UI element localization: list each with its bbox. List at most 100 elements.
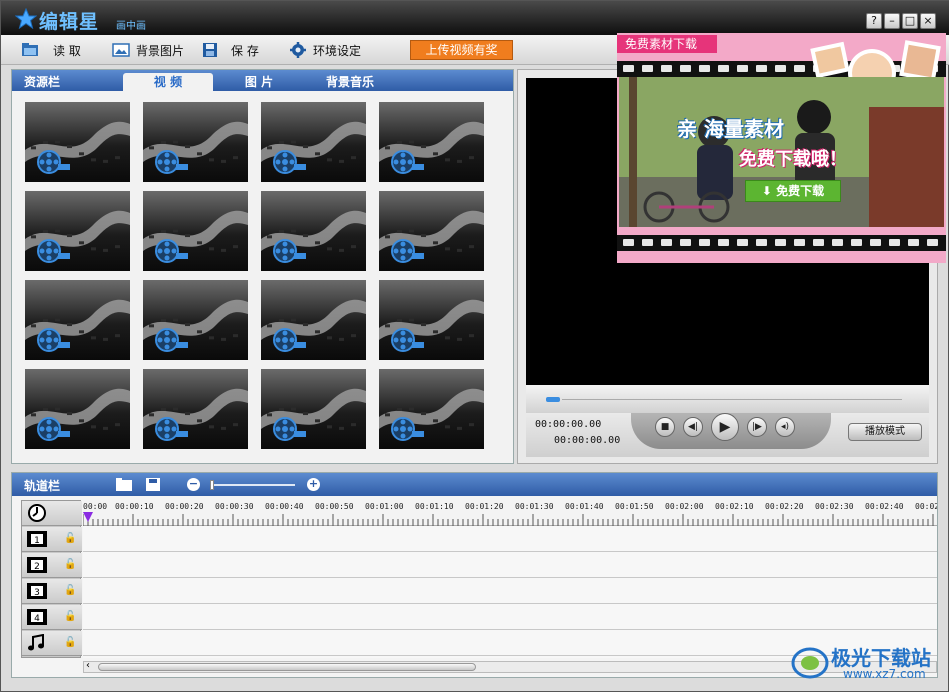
folder-open-icon: [22, 43, 38, 56]
video-thumbnail[interactable]: [143, 191, 248, 271]
film-reel-icon: [261, 388, 366, 441]
film-reel-icon: [143, 388, 248, 441]
ad-download-label: 免费下载: [776, 184, 825, 198]
film-perforation: [851, 239, 862, 246]
video-thumbnail[interactable]: [379, 191, 484, 271]
lock-icon[interactable]: 🔓: [64, 559, 76, 570]
timeline[interactable]: 00:00 00:00:10 00:00:20 00:00:30 00:00:40 00:…: [83, 500, 937, 658]
ad-headline-2: 免费下载哦！: [739, 149, 847, 170]
video-thumbnail[interactable]: [261, 191, 366, 271]
watermark-url: www.xz7.com: [843, 667, 926, 681]
ad-download-button[interactable]: ⬇ 免费下载: [745, 180, 841, 202]
transport-controls: ■ ◀| ▶ |▶ ◂): [631, 413, 831, 449]
ruler-time-label: 00:01:20: [465, 502, 504, 511]
lock-icon[interactable]: 🔓: [64, 637, 76, 648]
step-back-icon: ◀|: [688, 422, 698, 432]
video-thumbnail[interactable]: [143, 102, 248, 182]
save-button[interactable]: 保 存: [201, 41, 259, 59]
zoom-slider[interactable]: [210, 480, 295, 490]
ad-tag[interactable]: 免费素材下载: [617, 35, 717, 53]
music-note-icon: [28, 634, 44, 651]
help-button[interactable]: ?: [866, 13, 882, 29]
ruler-time-label: 00:00:30: [215, 502, 254, 511]
track-lane[interactable]: [83, 552, 937, 578]
lock-icon[interactable]: 🔓: [64, 533, 76, 544]
settings-button[interactable]: 环境设定: [289, 41, 361, 59]
clock-icon: [28, 504, 46, 522]
track-lane[interactable]: [83, 578, 937, 604]
zoom-out-button[interactable]: −: [187, 478, 200, 491]
film-track-icon: 4: [27, 609, 47, 625]
film-perforation: [623, 239, 634, 246]
video-thumbnail[interactable]: [379, 280, 484, 360]
film-track-icon: 2: [27, 557, 47, 573]
folder-icon[interactable]: [116, 478, 132, 491]
tab-video[interactable]: 视 频: [123, 73, 213, 91]
film-perforation: [642, 65, 653, 72]
scrollbar-thumb[interactable]: [98, 663, 476, 671]
film-perforation: [889, 239, 900, 246]
video-thumbnail[interactable]: [143, 280, 248, 360]
play-mode-button[interactable]: 播放模式: [848, 423, 922, 441]
lock-icon[interactable]: 🔓: [64, 585, 76, 596]
watermark-logo-icon: [791, 647, 829, 679]
background-image-label: 背景图片: [136, 43, 185, 58]
film-reel-icon: [379, 210, 484, 263]
film-perforation: [756, 65, 767, 72]
ruler-time-label: 00:01:00: [365, 502, 404, 511]
background-image-button[interactable]: 背景图片: [112, 41, 184, 59]
stop-button[interactable]: ■: [655, 417, 675, 437]
track-lane[interactable]: [83, 526, 937, 552]
video-thumbnail[interactable]: [25, 280, 130, 360]
film-perforation: [794, 65, 805, 72]
ad-banner[interactable]: 免费素材下载 亲 海量素材 免费下载哦！ ⬇ 免费下载: [617, 33, 946, 263]
playhead-marker-icon[interactable]: [83, 512, 93, 524]
close-button[interactable]: ×: [920, 13, 936, 29]
upload-video-button[interactable]: 上传视频有奖: [410, 40, 513, 60]
tab-image[interactable]: 图 片: [214, 73, 304, 91]
video-thumbnail[interactable]: [261, 102, 366, 182]
film-perforation: [775, 239, 786, 246]
ruler-time-label: 00:00:50: [315, 502, 354, 511]
track-headers: 1 🔓 2 🔓 3 🔓 4 🔓 🔓: [21, 500, 82, 658]
film-perforation: [718, 65, 729, 72]
zoom-knob[interactable]: [210, 480, 214, 490]
svg-text:4: 4: [34, 614, 40, 624]
time-ruler[interactable]: 00:00 00:00:10 00:00:20 00:00:30 00:00:40 00:…: [83, 500, 937, 526]
previous-frame-button[interactable]: ◀|: [683, 417, 703, 437]
film-reel-icon: [261, 210, 366, 263]
video-thumbnail[interactable]: [25, 102, 130, 182]
open-button[interactable]: 读 取: [21, 41, 81, 59]
track-video-row-3[interactable]: 3 🔓: [22, 579, 82, 604]
track-music-row[interactable]: 🔓: [22, 631, 82, 656]
next-frame-button[interactable]: |▶: [747, 417, 767, 437]
ad-headline-1: 亲 海量素材: [677, 117, 784, 141]
ruler-time-label: 00:00:40: [265, 502, 304, 511]
zoom-in-button[interactable]: +: [307, 478, 320, 491]
track-lane[interactable]: [83, 604, 937, 630]
track-video-row-1[interactable]: 1 🔓: [22, 527, 82, 552]
progress-knob[interactable]: [546, 397, 560, 402]
video-thumbnail[interactable]: [25, 191, 130, 271]
video-thumbnail[interactable]: [143, 369, 248, 449]
video-thumbnail[interactable]: [379, 102, 484, 182]
track-clock-row: [22, 501, 82, 526]
video-thumbnail[interactable]: [261, 280, 366, 360]
track-video-row-4[interactable]: 4 🔓: [22, 605, 82, 630]
film-perforation: [813, 239, 824, 246]
save-disk-icon[interactable]: [146, 478, 160, 491]
play-button[interactable]: ▶: [711, 413, 739, 441]
track-video-row-2[interactable]: 2 🔓: [22, 553, 82, 578]
playback-progress-bar[interactable]: [526, 385, 929, 413]
ruler-time-label: 00:01:50: [615, 502, 654, 511]
lock-icon[interactable]: 🔓: [64, 611, 76, 622]
minimize-button[interactable]: –: [884, 13, 900, 29]
film-perforation: [642, 239, 653, 246]
video-thumbnail[interactable]: [25, 369, 130, 449]
tab-background-music[interactable]: 背景音乐: [305, 73, 395, 91]
video-thumbnail[interactable]: [261, 369, 366, 449]
scroll-left-arrow-icon[interactable]: ‹: [86, 660, 90, 671]
video-thumbnail[interactable]: [379, 369, 484, 449]
volume-button[interactable]: ◂): [775, 417, 795, 437]
maximize-button[interactable]: □: [902, 13, 918, 29]
